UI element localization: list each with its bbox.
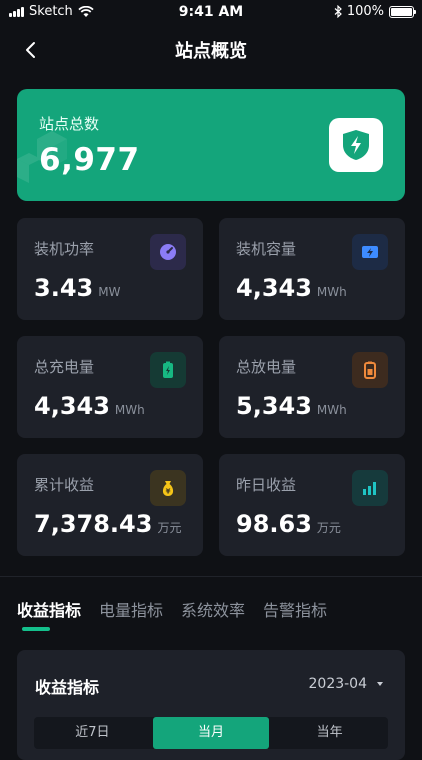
shield-bolt-icon: [343, 130, 369, 160]
battery-icon: [389, 5, 416, 18]
stat-card-total-discharge[interactable]: 总放电量 5,343 MWh: [219, 336, 405, 438]
status-bar: Sketch 9:41 AM 100%: [0, 0, 422, 26]
stat-card-installed-capacity[interactable]: 装机容量 4,343 MWh: [219, 218, 405, 320]
stat-label: 总放电量: [236, 358, 297, 376]
battery-percent: 100%: [346, 4, 384, 19]
stat-value: 5,343 MWh: [236, 392, 347, 420]
tab-revenue[interactable]: 收益指标: [17, 597, 81, 637]
stat-label: 昨日收益: [236, 476, 297, 494]
station-total-value: 6,977: [39, 142, 140, 178]
tab-energy[interactable]: 电量指标: [99, 597, 163, 637]
segment-last-7-days[interactable]: 近7日: [34, 717, 151, 749]
tab-efficiency[interactable]: 系统效率: [181, 597, 245, 637]
stat-card-cumulative-revenue[interactable]: 累计收益 7,378.43 万元 ¥: [17, 454, 203, 556]
svg-text:¥: ¥: [166, 488, 171, 496]
money-bag-icon: ¥: [150, 470, 186, 506]
date-picker[interactable]: 2023-04: [308, 676, 383, 692]
section-divider: [0, 576, 422, 577]
stat-unit: 万元: [157, 521, 182, 535]
battery-discharge-icon: [352, 352, 388, 388]
bar-chart-icon: [352, 470, 388, 506]
stat-unit: MW: [98, 285, 121, 299]
stat-number: 3.43: [34, 274, 94, 302]
stat-number: 7,378.43: [34, 510, 153, 538]
battery-charge-icon: [150, 352, 186, 388]
stat-label: 累计收益: [34, 476, 95, 494]
stat-unit: MWh: [114, 403, 145, 417]
indicator-tabs: 收益指标 电量指标 系统效率 告警指标: [17, 597, 327, 637]
stat-number: 4,343: [236, 274, 312, 302]
segment-this-month[interactable]: 当月: [152, 717, 270, 749]
page-title: 站点概览: [175, 41, 247, 62]
hero-icon-box: [329, 118, 383, 172]
bluetooth-icon: [334, 5, 342, 18]
revenue-panel: 收益指标 2023-04 近7日 当月 当年: [17, 650, 405, 760]
stat-number: 98.63: [236, 510, 312, 538]
stat-number: 5,343: [236, 392, 312, 420]
stat-card-yesterday-revenue[interactable]: 昨日收益 98.63 万元: [219, 454, 405, 556]
period-segmented-control: 近7日 当月 当年: [34, 717, 388, 749]
stat-value: 4,343 MWh: [236, 274, 347, 302]
stat-value: 3.43 MW: [34, 274, 120, 302]
stat-card-total-charge[interactable]: 总充电量 4,343 MWh: [17, 336, 203, 438]
stat-value: 7,378.43 万元: [34, 510, 181, 538]
stat-label: 装机功率: [34, 240, 95, 258]
stat-unit: MWh: [316, 285, 347, 299]
nav-bar: 站点概览: [0, 30, 422, 70]
stat-label: 总充电量: [34, 358, 95, 376]
battery-bolt-icon: [352, 234, 388, 270]
gauge-icon: [150, 234, 186, 270]
segment-this-year[interactable]: 当年: [271, 717, 388, 749]
caret-down-icon: [377, 682, 383, 686]
panel-title: 收益指标: [35, 678, 100, 697]
stat-card-installed-power[interactable]: 装机功率 3.43 MW: [17, 218, 203, 320]
tab-alarm[interactable]: 告警指标: [263, 597, 327, 637]
stat-unit: 万元: [316, 521, 341, 535]
station-total-card[interactable]: 站点总数 6,977: [17, 89, 405, 201]
date-value: 2023-04: [308, 676, 368, 692]
stat-number: 4,343: [34, 392, 110, 420]
stat-value: 4,343 MWh: [34, 392, 145, 420]
stat-unit: MWh: [316, 403, 347, 417]
active-tab-indicator: [22, 627, 50, 631]
stat-label: 装机容量: [236, 240, 297, 258]
stat-value: 98.63 万元: [236, 510, 341, 538]
station-total-label: 站点总数: [39, 115, 100, 133]
